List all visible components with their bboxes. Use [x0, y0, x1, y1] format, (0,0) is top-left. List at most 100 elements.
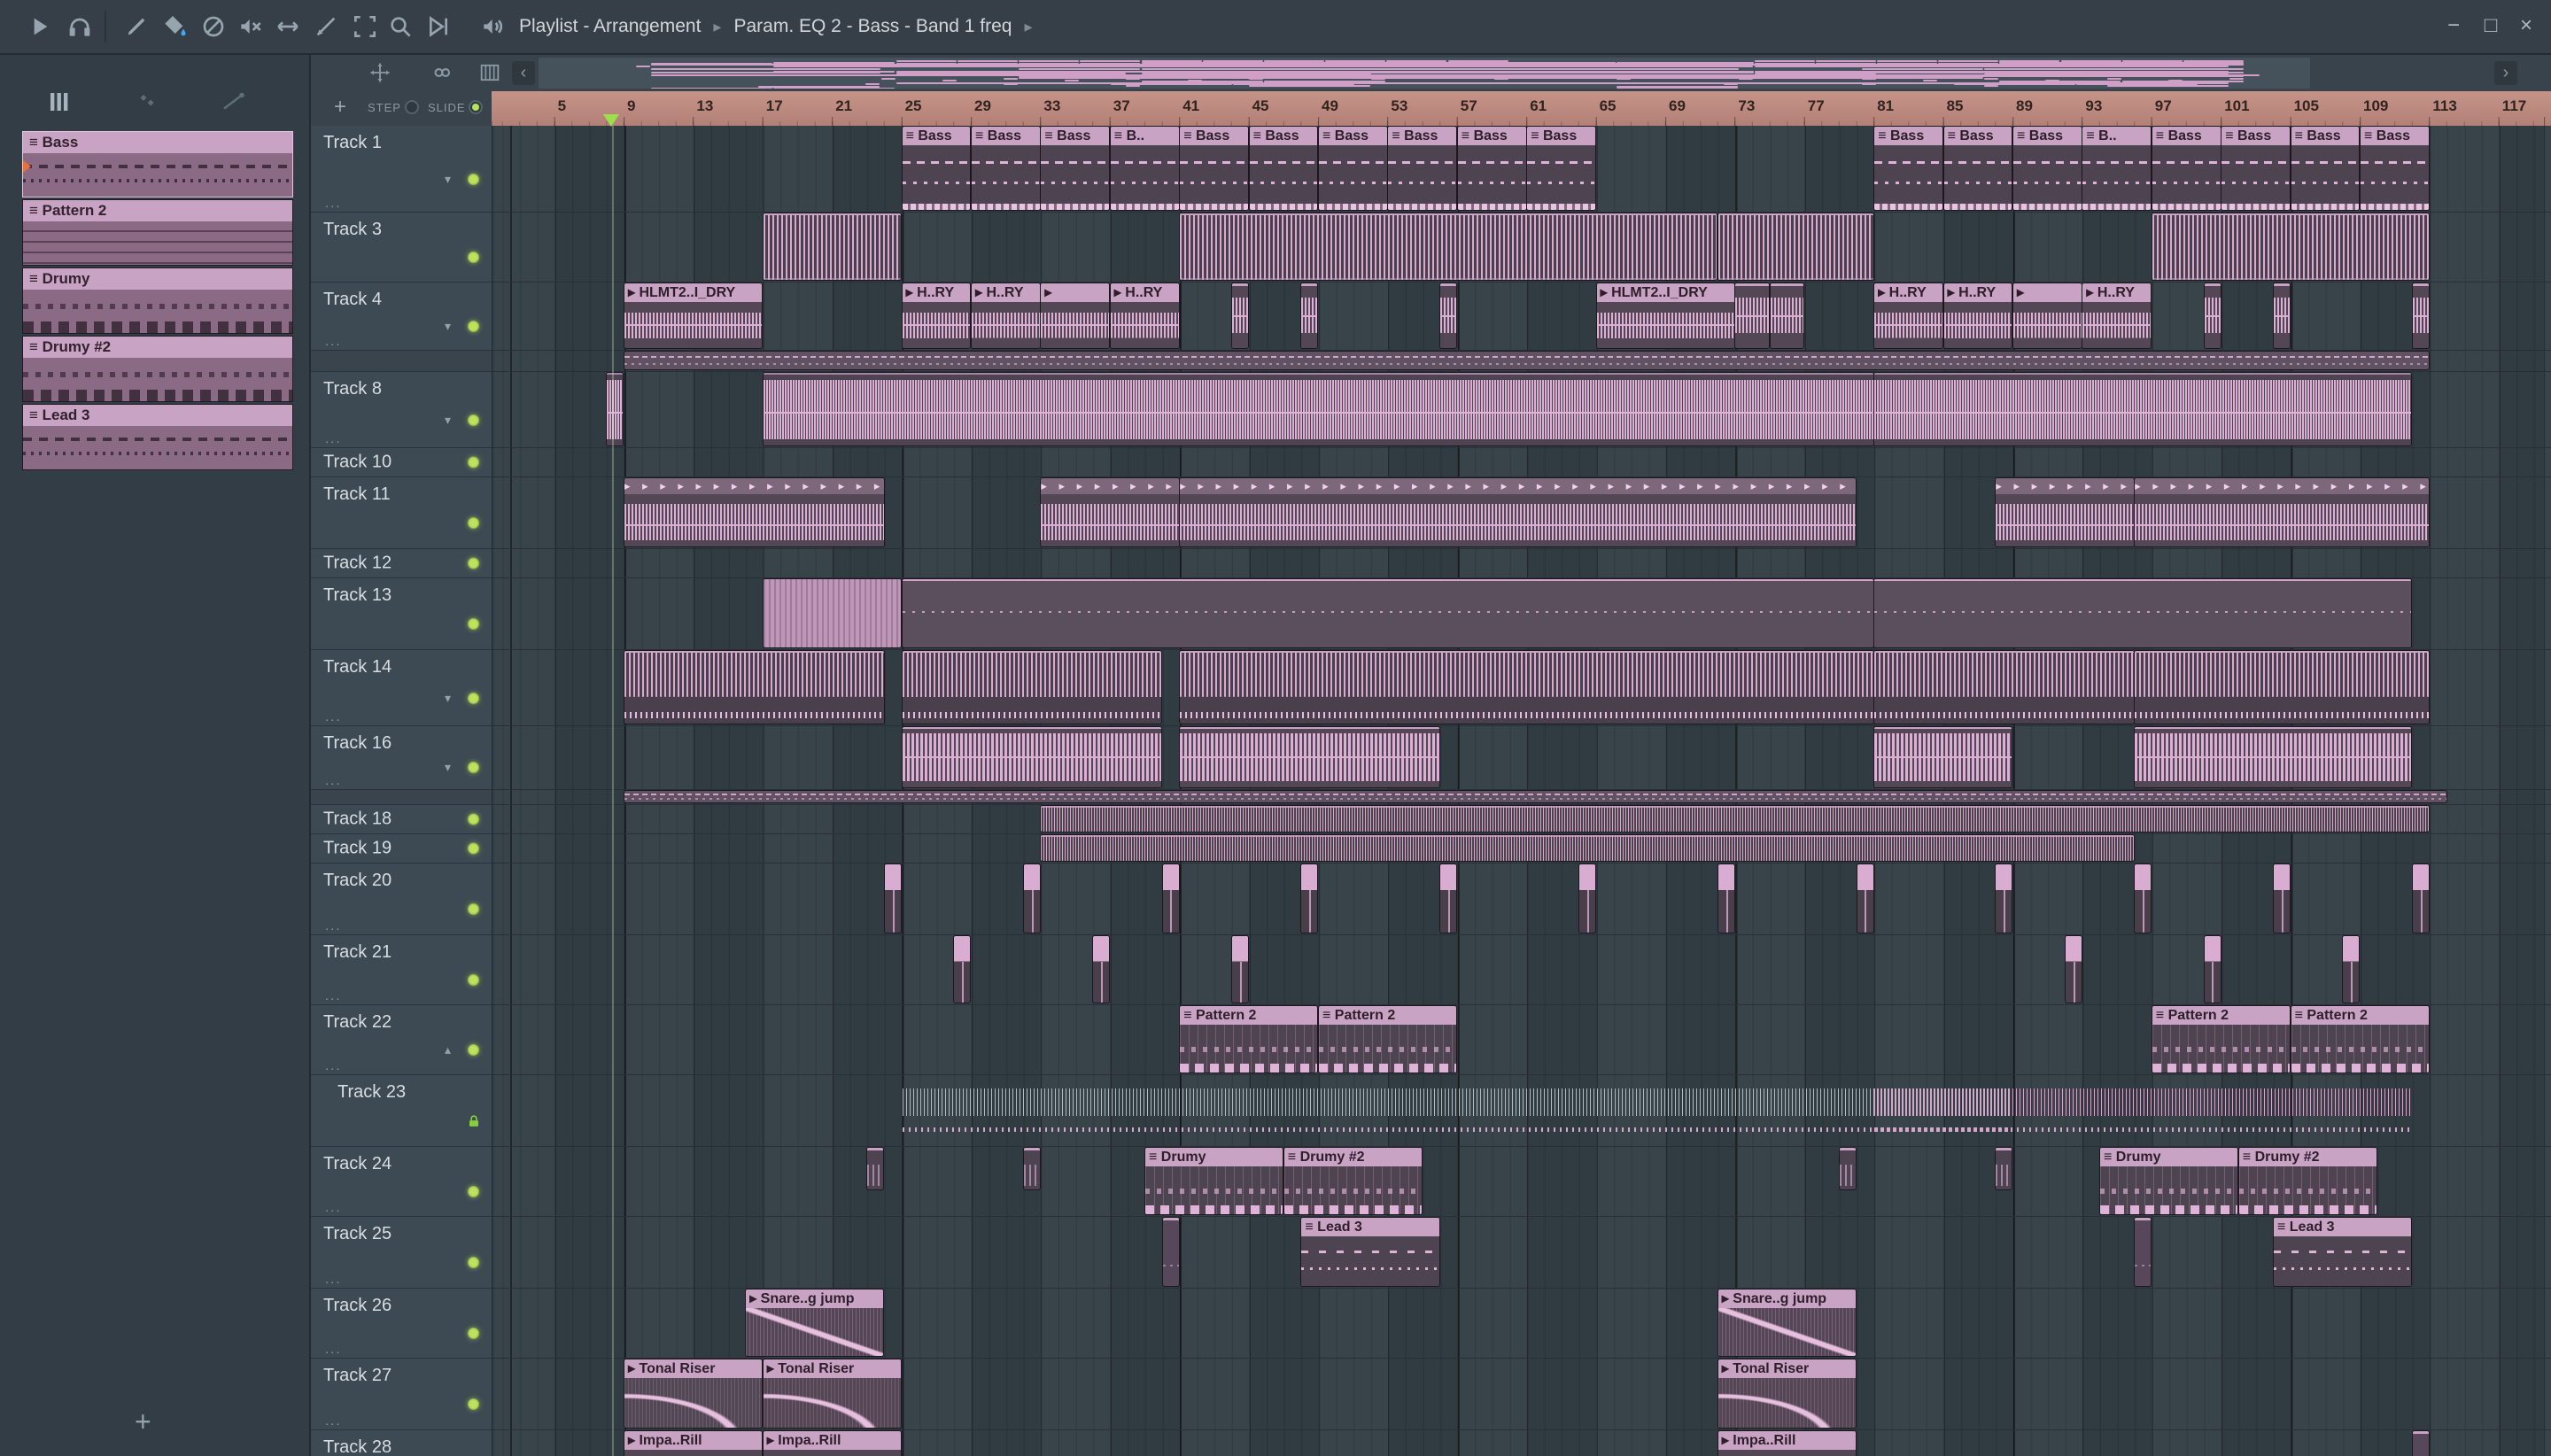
- clip-H..RY[interactable]: ▸ H..RY: [2082, 283, 2152, 348]
- track-lane-13[interactable]: [492, 805, 2551, 834]
- clip-hit[interactable]: [1023, 864, 1040, 933]
- track-header-hidden-3[interactable]: [311, 351, 492, 372]
- clip-audiobig[interactable]: [902, 727, 1162, 787]
- track-lane-12[interactable]: [492, 790, 2551, 805]
- track-header-track-14[interactable]: Track 14... ▾: [311, 650, 492, 726]
- track-enable-led[interactable]: [468, 973, 479, 986]
- mute-icon[interactable]: [236, 12, 265, 41]
- track-lane-9[interactable]: [492, 578, 2551, 650]
- clip-hit[interactable]: [885, 864, 902, 933]
- track-enable-led[interactable]: [468, 617, 479, 630]
- pattern-card-pattern-2[interactable]: ≡ Pattern 2: [23, 200, 292, 265]
- clip-Pattern 2[interactable]: ≡ Pattern 2: [1180, 1006, 1318, 1073]
- track-enable-led[interactable]: [468, 761, 479, 773]
- pattern-card-lead-3[interactable]: ≡ Lead 3: [23, 405, 292, 469]
- track-enable-led[interactable]: [468, 557, 479, 569]
- clip-stripdash[interactable]: [624, 352, 2429, 369]
- track-enable-led[interactable]: [468, 842, 479, 855]
- track-lane-10[interactable]: [492, 650, 2551, 726]
- track-header-track-8[interactable]: Track 8... ▾: [311, 372, 492, 448]
- track-lane-21[interactable]: ▸ Snare..g jump ▸ Snare..g jump: [492, 1289, 2551, 1359]
- clip-patS[interactable]: [2412, 1431, 2429, 1456]
- pattern-card-bass[interactable]: ≡ Bass: [23, 132, 292, 197]
- clip-Bass[interactable]: ≡ Bass: [2152, 127, 2221, 210]
- track-lane-14[interactable]: [492, 834, 2551, 864]
- track-header-track-10[interactable]: Track 10: [311, 448, 492, 477]
- clip-hit[interactable]: [1857, 864, 1873, 933]
- clip-patS[interactable]: [1162, 1218, 1179, 1286]
- add-track-button[interactable]: +: [334, 95, 346, 120]
- track-collapse-arrow-icon[interactable]: ▾: [445, 413, 451, 428]
- clip-hitS[interactable]: [1023, 1148, 1040, 1189]
- clip-audiobig[interactable]: [1874, 727, 2012, 787]
- magnifier-icon[interactable]: [386, 12, 415, 41]
- clip-Drumy[interactable]: ≡ Drumy: [2100, 1148, 2238, 1214]
- clip-stripdense[interactable]: [1041, 806, 2429, 832]
- timeline-ruler[interactable]: 5 9 13 17 21 25 29 33 37 41 45 49 53 57 61 65 69 73 77 81 85…: [492, 91, 2551, 127]
- play-icon[interactable]: [25, 12, 53, 41]
- slip-icon[interactable]: [122, 12, 151, 41]
- clip-audioS[interactable]: [1301, 283, 1318, 348]
- clip-audioS[interactable]: [1440, 283, 1457, 348]
- clip-mididense[interactable]: [1180, 213, 1717, 280]
- clip-audioS[interactable]: [2412, 283, 2429, 348]
- clip-hit[interactable]: [954, 936, 971, 1003]
- clip-Drumy[interactable]: ≡ Drumy: [1145, 1148, 1283, 1214]
- preview-icon[interactable]: [423, 12, 451, 41]
- clip-Bass[interactable]: ≡ Bass: [1180, 127, 1249, 210]
- clip-audiobig[interactable]: [1180, 727, 1439, 787]
- track-header-track-27[interactable]: Track 27...: [311, 1359, 492, 1430]
- clip-stripmid[interactable]: [1874, 1076, 2412, 1144]
- track-collapse-arrow-icon[interactable]: ▾: [445, 319, 451, 334]
- track-enable-led[interactable]: [468, 1256, 479, 1268]
- scroll-right-button[interactable]: ›: [2494, 61, 2517, 85]
- clip-hit[interactable]: [1717, 864, 1734, 933]
- scroll-left-button[interactable]: ‹: [512, 61, 535, 85]
- clip-Bass[interactable]: ≡ Bass: [972, 127, 1040, 210]
- track-collapse-arrow-icon[interactable]: ▴: [445, 1042, 451, 1057]
- track-header-hidden-11[interactable]: [311, 790, 492, 805]
- add-pattern-button[interactable]: +: [135, 1406, 151, 1438]
- track-collapse-arrow-icon[interactable]: ▾: [445, 691, 451, 706]
- clip-H..RY[interactable]: ▸ H..RY: [1943, 283, 2012, 348]
- clip-Lead 3[interactable]: ≡ Lead 3: [2274, 1218, 2412, 1286]
- clip-audioS[interactable]: [2204, 283, 2221, 348]
- pattern-card-drumy[interactable]: ≡ Drumy: [23, 268, 292, 333]
- clip-Bass[interactable]: ≡ Bass: [1388, 127, 1457, 210]
- track-header-track-26[interactable]: Track 26...: [311, 1289, 492, 1359]
- track-lane-23[interactable]: ▸ Impa..Rill ▸ Impa..Rill ▸ Impa..Rill: [492, 1430, 2551, 1456]
- track-lane-15[interactable]: [492, 864, 2551, 935]
- clip-audioS[interactable]: [1735, 283, 1770, 348]
- clip-stripmid[interactable]: [902, 1076, 2012, 1144]
- clip-midimix[interactable]: [1874, 651, 2134, 724]
- track-enable-led[interactable]: [468, 1398, 479, 1410]
- track-enable-led[interactable]: [468, 414, 479, 426]
- clip-stripline[interactable]: [902, 579, 1873, 647]
- clip-audioarrow[interactable]: ▸ ▸ ▸ ▸ ▸ ▸ ▸ ▸ ▸ ▸ ▸ ▸ ▸ ▸ ▸ ▸ ▸ ▸ ▸ ▸ …: [2135, 478, 2429, 546]
- clip-stripdash[interactable]: [624, 791, 2446, 802]
- clip-hit[interactable]: [1093, 936, 1110, 1003]
- track-header-track-24[interactable]: Track 24...: [311, 1147, 492, 1217]
- clip-hit[interactable]: [1579, 864, 1596, 933]
- clip-Snare..g jump[interactable]: ▸ Snare..g jump: [746, 1289, 884, 1356]
- clip-hitS[interactable]: [1840, 1148, 1857, 1189]
- clip-B..[interactable]: ≡ B..: [1110, 127, 1179, 210]
- slide-toggle[interactable]: [469, 100, 483, 114]
- clip-stripline[interactable]: [1874, 579, 2412, 647]
- clip-Pattern 2[interactable]: ≡ Pattern 2: [2291, 1006, 2429, 1073]
- track-enable-led[interactable]: [468, 251, 479, 263]
- clip-hit[interactable]: [2412, 864, 2429, 933]
- clip-Bass[interactable]: ≡ Bass: [2221, 127, 2291, 210]
- clip-audioarrow[interactable]: ▸ ▸ ▸ ▸ ▸ ▸ ▸ ▸ ▸ ▸: [1041, 478, 1179, 546]
- lock-icon[interactable]: [465, 1112, 483, 1130]
- clip-Drumy #2[interactable]: ≡ Drumy #2: [2238, 1148, 2377, 1214]
- headphones-icon[interactable]: [66, 12, 94, 41]
- clip-audioS[interactable]: [2274, 283, 2291, 348]
- clip-midimix[interactable]: [624, 651, 884, 724]
- track-lane-6[interactable]: [492, 448, 2551, 477]
- clip-Pattern 2[interactable]: ≡ Pattern 2: [1319, 1006, 1457, 1073]
- track-header-track-19[interactable]: Track 19: [311, 834, 492, 864]
- clip-Tonal Riser[interactable]: ▸ Tonal Riser: [624, 1359, 763, 1428]
- clip-Bass[interactable]: ≡ Bass: [1249, 127, 1318, 210]
- clip-hit[interactable]: [1232, 936, 1249, 1003]
